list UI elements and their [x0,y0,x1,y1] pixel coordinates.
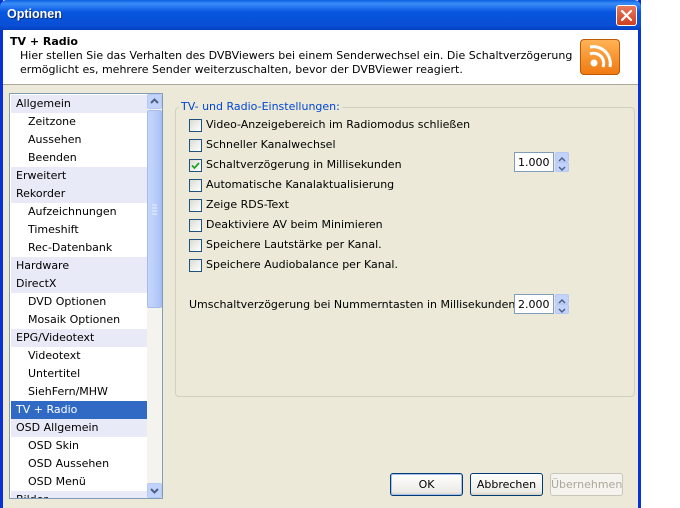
tree-item[interactable]: Videotext [11,347,147,365]
cancel-button[interactable]: Abbrechen [470,473,543,496]
scroll-up-button[interactable] [147,94,162,109]
checkbox-label: Deaktiviere AV beim Minimieren [206,218,383,231]
numkey-delay-input[interactable] [514,294,554,314]
scroll-down-button[interactable] [147,483,162,498]
checkbox[interactable] [189,239,202,252]
numkey-decrement-button[interactable] [555,304,569,314]
checkbox-label: Video-Anzeigebereich im Radiomodus schli… [206,118,471,131]
tree-item[interactable]: Timeshift [11,221,147,239]
numkey-delay-label: Umschaltverzögerung bei Nummerntasten in… [189,298,516,311]
checkbox[interactable] [189,139,202,152]
numkey-increment-button[interactable] [555,294,569,304]
tree-item[interactable]: Untertitel [11,365,147,383]
tree-item[interactable]: Zeitzone [11,113,147,131]
chevron-down-icon [558,166,566,172]
tree-item[interactable]: Aufzeichnungen [11,203,147,221]
checkbox[interactable] [189,179,202,192]
checkbox-label: Schaltverzögerung in Millisekunden [206,158,402,171]
checkbox[interactable] [189,159,202,172]
ok-button[interactable]: OK [390,473,463,496]
tree-item[interactable]: Erweitert [11,167,147,185]
close-icon [620,9,633,22]
rss-broadcast-icon [580,39,620,75]
group-legend: TV- und Radio-Einstellungen: [179,100,342,113]
checkbox-label: Zeige RDS-Text [206,198,289,211]
tree-item[interactable]: EPG/Videotext [11,329,147,347]
checkbox[interactable] [189,259,202,272]
chevron-down-icon [150,488,159,494]
tree-item-selected[interactable]: TV + Radio [11,401,147,419]
close-button[interactable] [616,5,637,26]
tree-item[interactable]: SiehFern/MHW [11,383,147,401]
tree-item[interactable]: DVD Optionen [11,293,147,311]
chevron-down-icon [558,308,566,314]
delay-spinner[interactable] [514,152,570,172]
checkbox[interactable] [189,219,202,232]
tree-item[interactable]: OSD Skin [11,437,147,455]
tree-item[interactable]: OSD Aussehen [11,455,147,473]
tree-item[interactable]: Bilder [11,491,147,498]
window-title: Optionen [7,7,62,21]
page-description: Hier stellen Sie das Verhalten des DVBVi… [20,49,573,76]
apply-button[interactable]: Übernehmen [550,473,623,496]
delay-increment-button[interactable] [555,152,569,162]
tree-item[interactable]: Mosaik Optionen [11,311,147,329]
scroll-thumb[interactable] [147,110,162,308]
title-bar: Optionen [0,0,641,30]
checkmark-icon [191,162,200,170]
tree-item[interactable]: Beenden [11,149,147,167]
page-header: TV + Radio Hier stellen Sie das Verhalte… [3,30,638,85]
checkbox-label: Speichere Lautstärke per Kanal. [206,238,382,251]
checkbox-label: Automatische Kanalaktualisierung [206,178,395,191]
delay-input[interactable] [514,152,554,172]
checkbox[interactable] [189,119,202,132]
tree-item[interactable]: DirectX [11,275,147,293]
checkbox-label: Schneller Kanalwechsel [206,138,336,151]
tree-item[interactable]: Aussehen [11,131,147,149]
tree-item[interactable]: OSD Menü [11,473,147,491]
tree-item[interactable]: OSD Allgemein [11,419,147,437]
tree-item[interactable]: Rec-Datenbank [11,239,147,257]
page-title: TV + Radio [10,35,78,48]
chevron-up-icon [150,98,159,104]
checkbox-label: Speichere Audiobalance per Kanal. [206,258,398,271]
tree-scrollbar[interactable] [147,94,162,498]
tree-item[interactable]: Allgemein [11,95,147,113]
grip-icon [152,204,157,215]
options-tree[interactable]: Allgemein Zeitzone Aussehen Beenden Erweiter… [9,93,163,499]
tree-item[interactable]: Rekorder [11,185,147,203]
tree-item[interactable]: Hardware [11,257,147,275]
numkey-delay-spinner[interactable] [514,294,570,314]
options-dialog: Optionen TV + Radio Hier stellen Sie das… [0,0,641,508]
delay-decrement-button[interactable] [555,162,569,172]
checkbox[interactable] [189,199,202,212]
